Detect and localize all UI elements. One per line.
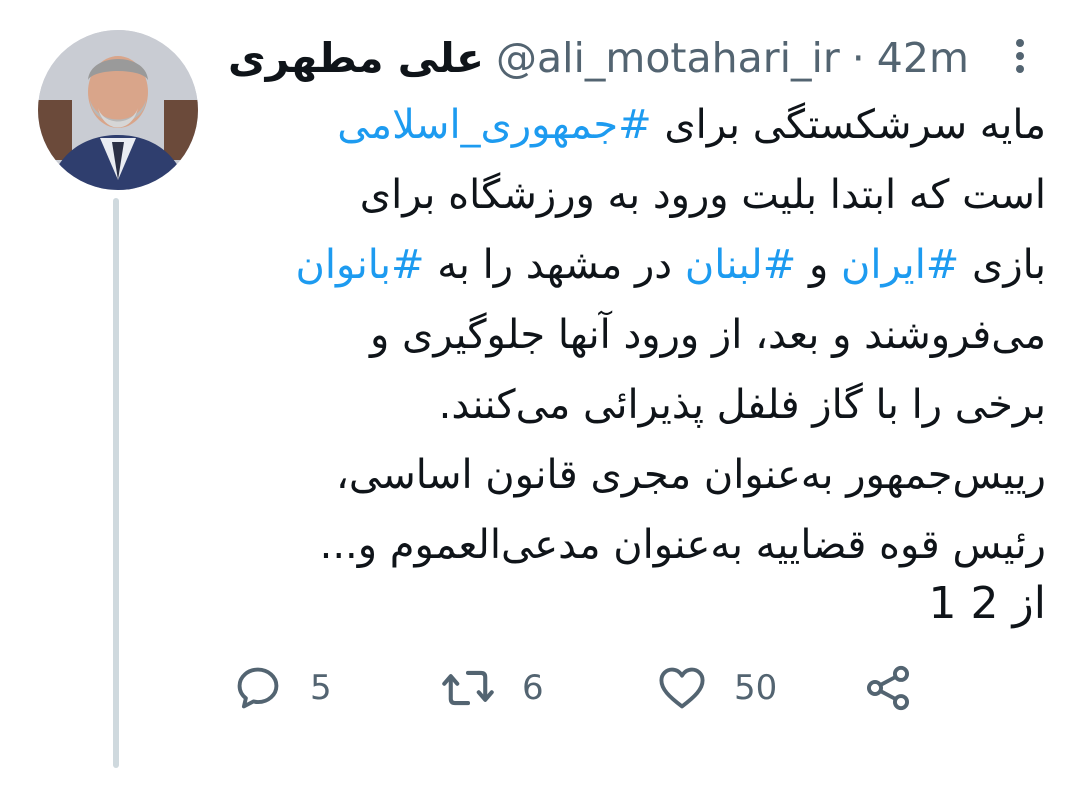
retweet-button[interactable]: 6 [440, 660, 544, 716]
tweet-text-segment: در مشهد را به [424, 242, 685, 288]
tweet-text-segment: مایه سرشکستگی برای [651, 102, 1046, 148]
reply-count: 5 [310, 668, 332, 708]
like-count: 50 [734, 668, 778, 708]
retweet-count: 6 [522, 668, 544, 708]
tweet-text-segment: بازی [959, 242, 1046, 288]
meta-separator: · [851, 34, 865, 82]
tweet-line: می‌فروشند و بعد، از ورود آنها جلوگیری و [220, 300, 1046, 370]
tweet-line: بازی #ایران و #لبنان در مشهد را به #بانو… [220, 230, 1046, 300]
tweet-header: علی مطهری @ali_motahari_ir · 42m [228, 28, 969, 88]
hashtag-link[interactable]: #جمهوری_اسلامی [337, 102, 651, 148]
avatar[interactable] [38, 30, 198, 190]
heart-icon [659, 667, 705, 709]
handle-meta: @ali_motahari_ir · 42m [496, 34, 969, 82]
like-button[interactable]: 50 [656, 660, 777, 716]
profile-photo [38, 30, 198, 190]
tweet-line: رئیس قوه قضاییه به‌عنوان مدعی‌العموم و..… [220, 510, 1046, 580]
tweet-text: مایه سرشکستگی برای #جمهوری_اسلامی است که … [220, 90, 1046, 580]
tweet-text-segment: است که ابتدا بلیت ورود به ورزشگاه برای [359, 172, 1046, 218]
reply-button[interactable]: 5 [232, 660, 332, 716]
tweet-line: رییس‌جمهور به‌عنوان مجری قانون اساسی، [220, 440, 1046, 510]
timestamp[interactable]: 42m [877, 34, 969, 82]
thread-line [113, 198, 119, 768]
author-handle[interactable]: @ali_motahari_ir [496, 34, 840, 82]
tweet-line: برخی را با گاز فلفل پذیرائی می‌کنند. [220, 370, 1046, 440]
tweet-text-segment: می‌فروشند و بعد، از ورود آنها جلوگیری و [369, 312, 1046, 358]
hashtag-link[interactable]: #بانوان [295, 242, 424, 288]
reply-icon [237, 667, 279, 709]
hashtag-link[interactable]: #لبنان [685, 242, 796, 288]
author-name[interactable]: علی مطهری [228, 34, 484, 82]
thread-page-counter: 1 از 2 [928, 578, 1046, 629]
more-vertical-icon[interactable] [1004, 36, 1036, 76]
tweet-text-segment: برخی را با گاز فلفل پذیرائی می‌کنند. [438, 382, 1046, 428]
share-icon [866, 665, 910, 711]
tweet-text-segment: رئیس قوه قضاییه به‌عنوان مدعی‌العموم و..… [319, 522, 1046, 568]
tweet-text-segment: و [796, 242, 841, 288]
hashtag-link[interactable]: #ایران [841, 242, 959, 288]
retweet-icon [442, 670, 494, 706]
tweet-line: است که ابتدا بلیت ورود به ورزشگاه برای [220, 160, 1046, 230]
tweet-text-segment: رییس‌جمهور به‌عنوان مجری قانون اساسی، [336, 452, 1046, 498]
tweet-line: مایه سرشکستگی برای #جمهوری_اسلامی [220, 90, 1046, 160]
share-button[interactable] [862, 660, 940, 716]
